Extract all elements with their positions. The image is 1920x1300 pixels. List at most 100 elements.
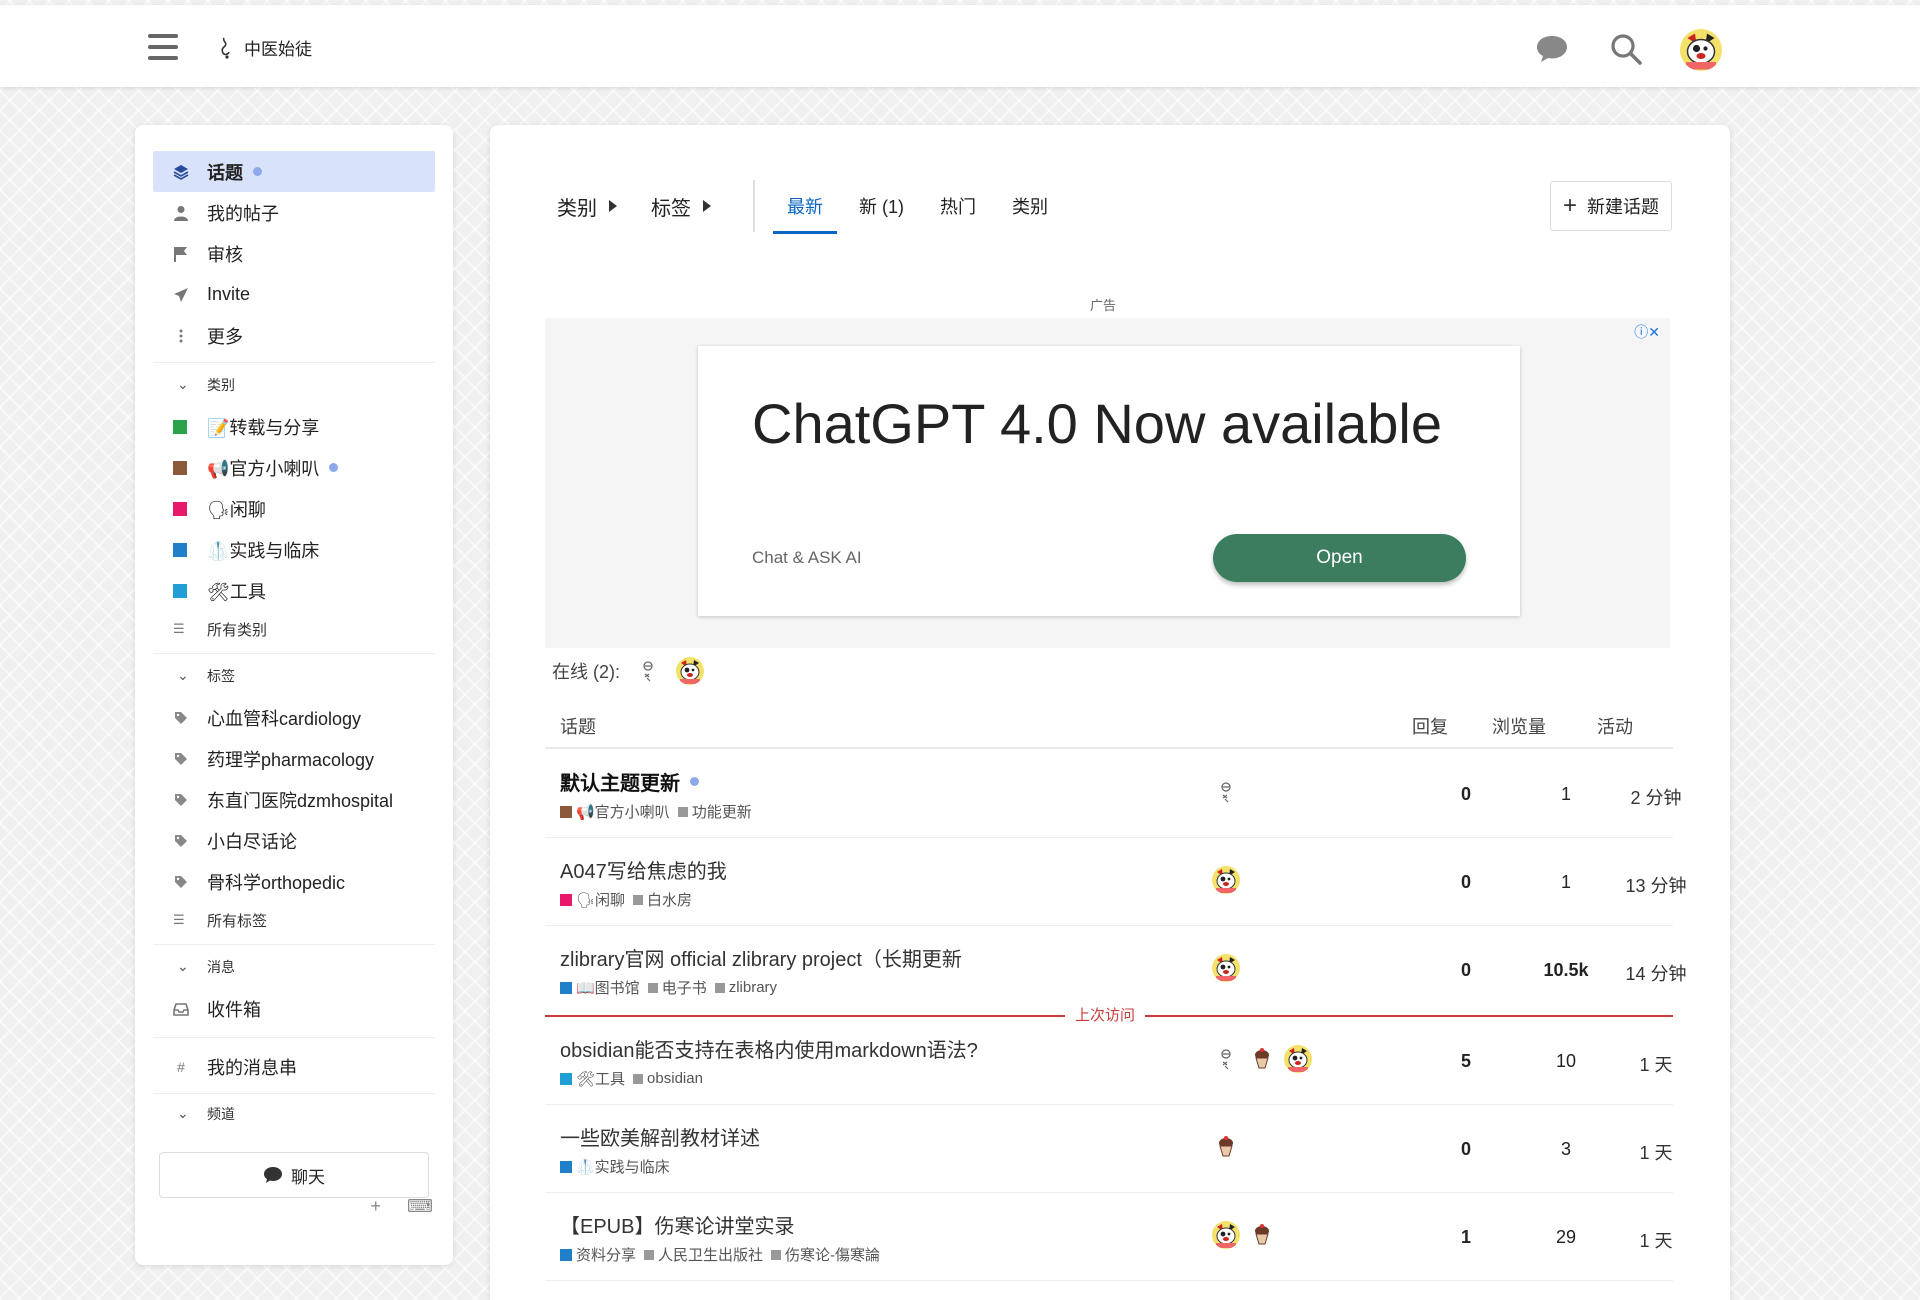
topic-row[interactable]: 【EPUB】伤寒论讲堂实录 资料分享 人民卫生出版社 伤寒论-傷寒論 1 29 … xyxy=(545,1193,1673,1281)
categories-dropdown[interactable]: 类别 xyxy=(557,192,617,221)
sidebar-inbox[interactable]: 收件箱 xyxy=(153,988,435,1029)
category-badge[interactable]: 📖图书馆 xyxy=(560,977,640,998)
activity-time[interactable]: 14 分钟 xyxy=(1611,960,1701,986)
navigation-bar: 类别 标签 最新 新 (1) 热门 类别 xyxy=(557,178,1070,234)
sidebar-my-threads[interactable]: # 我的消息串 xyxy=(153,1046,435,1087)
sidebar-tag[interactable]: 小白尽话论 xyxy=(153,820,435,861)
search-icon[interactable] xyxy=(1606,29,1646,69)
chat-bubble-icon[interactable] xyxy=(1532,29,1572,69)
plus-icon[interactable]: + xyxy=(371,1196,382,1217)
sidebar-item-topics[interactable]: 话题 xyxy=(153,151,435,192)
list-icon: ☰ xyxy=(173,621,185,636)
tab-new[interactable]: 新 (1) xyxy=(845,178,918,234)
tags-section-toggle[interactable]: ⌄ 标签 xyxy=(153,653,435,697)
doodle-avatar[interactable] xyxy=(1212,1045,1240,1073)
topic-row[interactable]: A047写给焦虑的我 🗣闲聊 白水房 0 1 13 分钟 xyxy=(545,838,1687,926)
online-users: 在线 (2): xyxy=(552,657,704,685)
topic-tag[interactable]: 功能更新 xyxy=(677,801,752,822)
cake-avatar[interactable] xyxy=(1248,1221,1276,1249)
dog-avatar[interactable] xyxy=(1212,954,1240,982)
sidebar-category[interactable]: 🗣闲聊 xyxy=(153,488,435,529)
topic-row[interactable]: zlibrary官网 official zlibrary project（长期更… xyxy=(545,926,1687,1014)
topic-tag[interactable]: 白水房 xyxy=(633,889,692,910)
online-label: 在线 (2): xyxy=(552,662,621,682)
topic-tag[interactable]: 电子书 xyxy=(647,977,707,998)
topic-tag[interactable]: zlibrary xyxy=(714,979,777,996)
header-replies[interactable]: 回复 xyxy=(1412,713,1448,739)
dog-avatar[interactable] xyxy=(1284,1045,1312,1073)
topic-tag[interactable]: 伤寒论-傷寒論 xyxy=(771,1244,880,1265)
ad-card[interactable]: ChatGPT 4.0 Now available Chat & ASK AI … xyxy=(698,346,1520,616)
activity-time[interactable]: 13 分钟 xyxy=(1611,872,1701,898)
sidebar-category[interactable]: 🥼实践与临床 xyxy=(153,529,435,570)
tags-dropdown[interactable]: 标签 xyxy=(651,192,711,221)
tab-hot[interactable]: 热门 xyxy=(926,178,990,234)
topic-title[interactable]: 一些欧美解剖教材详述 xyxy=(560,1122,760,1151)
topic-title[interactable]: zlibrary官网 official zlibrary project（长期更… xyxy=(560,943,962,972)
all-categories-label: 所有类别 xyxy=(207,621,268,639)
reply-count: 0 xyxy=(1460,784,1471,804)
tag-square-icon xyxy=(633,1073,644,1084)
header-views[interactable]: 浏览量 xyxy=(1492,713,1546,739)
sidebar-item-my-posts[interactable]: 我的帖子 xyxy=(153,192,435,233)
sidebar-item-more[interactable]: 更多 xyxy=(153,315,435,356)
doodle-avatar[interactable] xyxy=(1212,778,1240,806)
topic-title[interactable]: 默认主题更新 xyxy=(560,767,699,796)
chat-button[interactable]: 聊天 xyxy=(159,1152,429,1198)
category-color-swatch xyxy=(560,1248,572,1261)
activity-time[interactable]: 1 天 xyxy=(1611,1051,1701,1077)
category-badge[interactable]: 资料分享 xyxy=(560,1244,636,1265)
category-badge[interactable]: 🥼实践与临床 xyxy=(560,1156,670,1177)
sidebar: 话题 我的帖子 审核 Invite 更多 ⌄ 类别 📝转载与分享 📢官方小喇叭 xyxy=(135,125,453,1265)
hamburger-menu-icon[interactable] xyxy=(148,34,178,60)
user-avatar[interactable] xyxy=(1680,29,1722,71)
sidebar-tag[interactable]: 药理学pharmacology xyxy=(153,738,435,779)
cake-avatar[interactable] xyxy=(1248,1045,1276,1073)
topic-row[interactable]: 默认主题更新 📢官方小喇叭 功能更新 0 1 2 分钟 xyxy=(545,750,1682,838)
category-badge[interactable]: 🛠工具 xyxy=(560,1068,625,1089)
activity-time[interactable]: 1 天 xyxy=(1611,1227,1701,1253)
topic-title[interactable]: obsidian能否支持在表格内使用markdown语法? xyxy=(560,1034,978,1063)
dog-avatar[interactable] xyxy=(1212,866,1240,894)
site-logo[interactable]: 中医始徒 xyxy=(218,35,312,60)
sidebar-category[interactable]: 📢官方小喇叭 xyxy=(153,447,435,488)
topic-tag[interactable]: obsidian xyxy=(633,1070,703,1087)
topic-row[interactable]: obsidian能否支持在表格内使用markdown语法? 🛠工具 obsidi… xyxy=(545,1017,1673,1105)
new-topic-button[interactable]: + 新建话题 xyxy=(1549,181,1672,231)
activity-time[interactable]: 1 天 xyxy=(1611,1139,1701,1165)
sidebar-all-tags[interactable]: ☰ 所有标签 xyxy=(153,902,435,938)
header-activity[interactable]: 活动 xyxy=(1597,713,1633,739)
sidebar-category[interactable]: 🛠工具 xyxy=(153,570,435,611)
topic-title[interactable]: 【EPUB】伤寒论讲堂实录 xyxy=(560,1210,794,1239)
messages-section-toggle[interactable]: ⌄ 消息 xyxy=(153,944,435,988)
tab-categories[interactable]: 类别 xyxy=(998,178,1062,234)
tab-latest[interactable]: 最新 xyxy=(773,178,837,234)
category-badge[interactable]: 🗣闲聊 xyxy=(560,889,625,910)
doodle-avatar[interactable] xyxy=(634,657,662,685)
dog-avatar[interactable] xyxy=(1212,1221,1240,1249)
topic-row[interactable]: 一些欧美解剖教材详述 🥼实践与临床 0 3 1 天 xyxy=(545,1105,1673,1193)
view-count: 10.5k xyxy=(1543,960,1589,980)
ad-info-close-icon[interactable]: ⓘ✕ xyxy=(1634,322,1660,342)
cake-avatar[interactable] xyxy=(1212,1133,1240,1161)
sidebar-item-review[interactable]: 审核 xyxy=(153,233,435,274)
topic-title[interactable]: A047写给焦虑的我 xyxy=(560,855,727,884)
activity-time[interactable]: 2 分钟 xyxy=(1611,784,1701,810)
sidebar-category[interactable]: 📝转载与分享 xyxy=(153,406,435,447)
sidebar-item-invite[interactable]: Invite xyxy=(153,274,435,315)
category-label: 🛠工具 xyxy=(207,581,266,602)
ad-open-button[interactable]: Open xyxy=(1213,534,1466,582)
sidebar-all-categories[interactable]: ☰ 所有类别 xyxy=(153,611,435,647)
channels-section-toggle[interactable]: ⌄ 频道 xyxy=(153,1093,435,1133)
category-color-swatch xyxy=(173,460,187,475)
keyboard-icon[interactable]: ⌨ xyxy=(407,1196,433,1217)
dog-avatar[interactable] xyxy=(676,657,704,685)
new-topic-label: 新建话题 xyxy=(1587,197,1659,217)
sidebar-tag[interactable]: 东直门医院dzmhospital xyxy=(153,779,435,820)
sidebar-tag[interactable]: 骨科学orthopedic xyxy=(153,861,435,902)
topic-tag[interactable]: 人民卫生出版社 xyxy=(644,1244,763,1265)
sidebar-tag[interactable]: 心血管科cardiology xyxy=(153,697,435,738)
header-topic[interactable]: 话题 xyxy=(560,713,596,739)
categories-section-toggle[interactable]: ⌄ 类别 xyxy=(153,362,435,406)
category-badge[interactable]: 📢官方小喇叭 xyxy=(560,801,670,822)
